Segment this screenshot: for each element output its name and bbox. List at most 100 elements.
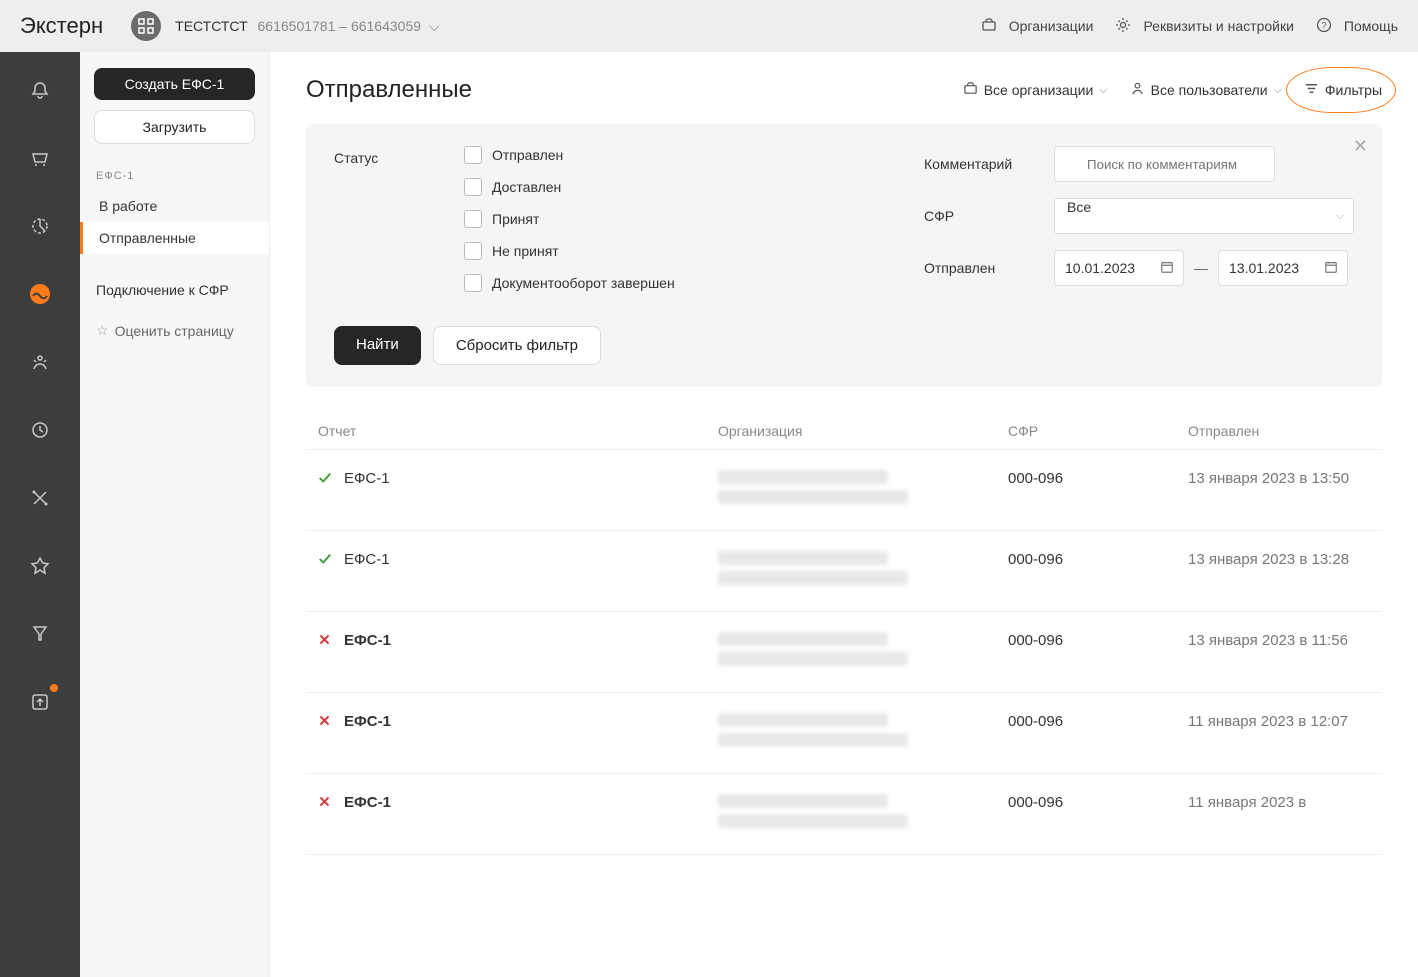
sidebar-connect-sfr[interactable]: Подключение к СФР	[80, 274, 269, 306]
filters-toggle[interactable]: Фильтры	[1304, 81, 1382, 99]
top-link-orgs[interactable]: Организации	[981, 17, 1094, 36]
date-dash: —	[1194, 260, 1208, 276]
sfr-code: 000-096	[996, 774, 1176, 855]
sent-date-label: Отправлен	[924, 260, 1054, 276]
notification-dot-icon	[50, 684, 58, 692]
table-row[interactable]: ЕФС-1 000-09613 января 2023 в 13:50	[306, 450, 1382, 531]
th-report: Отчет	[306, 413, 706, 450]
date-from-input[interactable]: 10.01.2023	[1054, 250, 1184, 286]
sidebar: Создать ЕФС-1 Загрузить ЕФС-1 В работе О…	[80, 52, 270, 977]
report-name: ЕФС-1	[344, 470, 390, 487]
sfr-code: 000-096	[996, 450, 1176, 531]
filter-panel: ✕ Статус Отправлен Доставлен Принят Не п…	[306, 124, 1382, 387]
redacted-org	[718, 713, 888, 727]
find-button[interactable]: Найти	[334, 326, 421, 365]
th-sfr: СФР	[996, 413, 1176, 450]
status-label: Статус	[334, 146, 464, 292]
report-name: ЕФС-1	[344, 632, 391, 649]
create-efs-button[interactable]: Создать ЕФС-1	[94, 68, 255, 100]
checkbox-icon	[464, 242, 482, 260]
table-row[interactable]: ЕФС-1 000-09613 января 2023 в 11:56	[306, 612, 1382, 693]
status-check-accepted[interactable]: Принят	[464, 210, 675, 228]
report-name: ЕФС-1	[344, 794, 391, 811]
sfr-code: 000-096	[996, 612, 1176, 693]
rail-clock-icon[interactable]	[20, 410, 60, 450]
rail-bell-icon[interactable]	[20, 70, 60, 110]
checkbox-icon	[464, 210, 482, 228]
status-check-sent[interactable]: Отправлен	[464, 146, 675, 164]
org-selector[interactable]: ТЕСТСТСТ 6616501781 – 661643059 ⌵	[175, 18, 439, 35]
redacted-org	[718, 632, 888, 646]
table-row[interactable]: ЕФС-1 000-09611 января 2023 в	[306, 774, 1382, 855]
filter-icon	[1304, 81, 1319, 99]
checkbox-icon	[464, 146, 482, 164]
top-link-settings[interactable]: Реквизиты и настройки	[1115, 17, 1293, 36]
redacted-org-sub	[718, 814, 908, 828]
sidebar-sent[interactable]: Отправленные	[80, 222, 269, 254]
sfr-code: 000-096	[996, 693, 1176, 774]
app-grid-icon[interactable]	[131, 11, 161, 41]
sfr-select[interactable]: Все	[1054, 198, 1354, 234]
filter-all-orgs[interactable]: Все организации ⌵	[963, 81, 1108, 99]
icon-rail	[0, 52, 80, 977]
sent-at: 13 января 2023 в 11:56	[1176, 612, 1382, 693]
chevron-down-icon: ⌵	[1099, 84, 1107, 97]
comment-label: Комментарий	[924, 156, 1054, 172]
redacted-org-sub	[718, 733, 908, 747]
filter-all-users[interactable]: Все пользователи ⌵	[1130, 81, 1282, 99]
table-row[interactable]: ЕФС-1000-09611 января 2023 в 12:07	[306, 693, 1382, 774]
rail-cart-icon[interactable]	[20, 138, 60, 178]
table-row[interactable]: ЕФС-1 000-09613 января 2023 в 13:28	[306, 531, 1382, 612]
date-to-input[interactable]: 13.01.2023	[1218, 250, 1348, 286]
rail-active-icon[interactable]	[20, 274, 60, 314]
upload-button[interactable]: Загрузить	[94, 110, 255, 144]
rail-star-icon[interactable]	[20, 546, 60, 586]
status-check-rejected[interactable]: Не принят	[464, 242, 675, 260]
rate-page-link[interactable]: ☆ Оценить страницу	[80, 314, 269, 347]
comment-search-input[interactable]	[1054, 146, 1275, 182]
topbar: Экстерн ТЕСТСТСТ 6616501781 – 661643059 …	[0, 0, 1418, 52]
th-sent: Отправлен	[1176, 413, 1382, 450]
calendar-icon	[1160, 260, 1174, 277]
check-icon	[318, 552, 334, 568]
sent-at: 13 января 2023 в 13:50	[1176, 450, 1382, 531]
redacted-org-sub	[718, 652, 908, 666]
report-name: ЕФС-1	[344, 713, 391, 730]
page-title: Отправленные	[306, 76, 472, 104]
reset-filter-button[interactable]: Сбросить фильтр	[433, 326, 601, 365]
close-icon[interactable]: ✕	[1353, 136, 1368, 157]
sent-at: 11 января 2023 в	[1176, 774, 1382, 855]
brand-logo: Экстерн	[20, 13, 103, 39]
redacted-org-sub	[718, 571, 908, 585]
top-link-help[interactable]: ? Помощь	[1316, 17, 1398, 36]
cross-icon	[318, 795, 334, 811]
redacted-org	[718, 551, 888, 565]
chevron-down-icon: ⌵	[1274, 84, 1282, 97]
sidebar-section: ЕФС-1	[80, 154, 269, 190]
sfr-code: 000-096	[996, 531, 1176, 612]
sfr-label: СФР	[924, 208, 1054, 224]
svg-text:?: ?	[1321, 20, 1326, 30]
rail-pie-icon[interactable]	[20, 206, 60, 246]
th-org: Организация	[706, 413, 996, 450]
status-check-delivered[interactable]: Доставлен	[464, 178, 675, 196]
checkbox-icon	[464, 178, 482, 196]
sent-at: 13 января 2023 в 13:28	[1176, 531, 1382, 612]
cross-icon	[318, 714, 334, 730]
checkbox-icon	[464, 274, 482, 292]
cross-icon	[318, 633, 334, 649]
rail-person-icon[interactable]	[20, 342, 60, 382]
briefcase-icon	[981, 17, 1003, 36]
gear-icon	[1115, 17, 1137, 36]
sidebar-in-work[interactable]: В работе	[80, 190, 269, 222]
rail-glass-icon[interactable]	[20, 614, 60, 654]
redacted-org-sub	[718, 490, 908, 504]
org-name: ТЕСТСТСТ	[175, 18, 247, 34]
redacted-org	[718, 470, 888, 484]
rail-tools-icon[interactable]	[20, 478, 60, 518]
report-name: ЕФС-1	[344, 551, 390, 568]
status-check-done[interactable]: Документооборот завершен	[464, 274, 675, 292]
user-icon	[1130, 81, 1145, 99]
redacted-org	[718, 794, 888, 808]
rail-upload-icon[interactable]	[20, 682, 60, 722]
